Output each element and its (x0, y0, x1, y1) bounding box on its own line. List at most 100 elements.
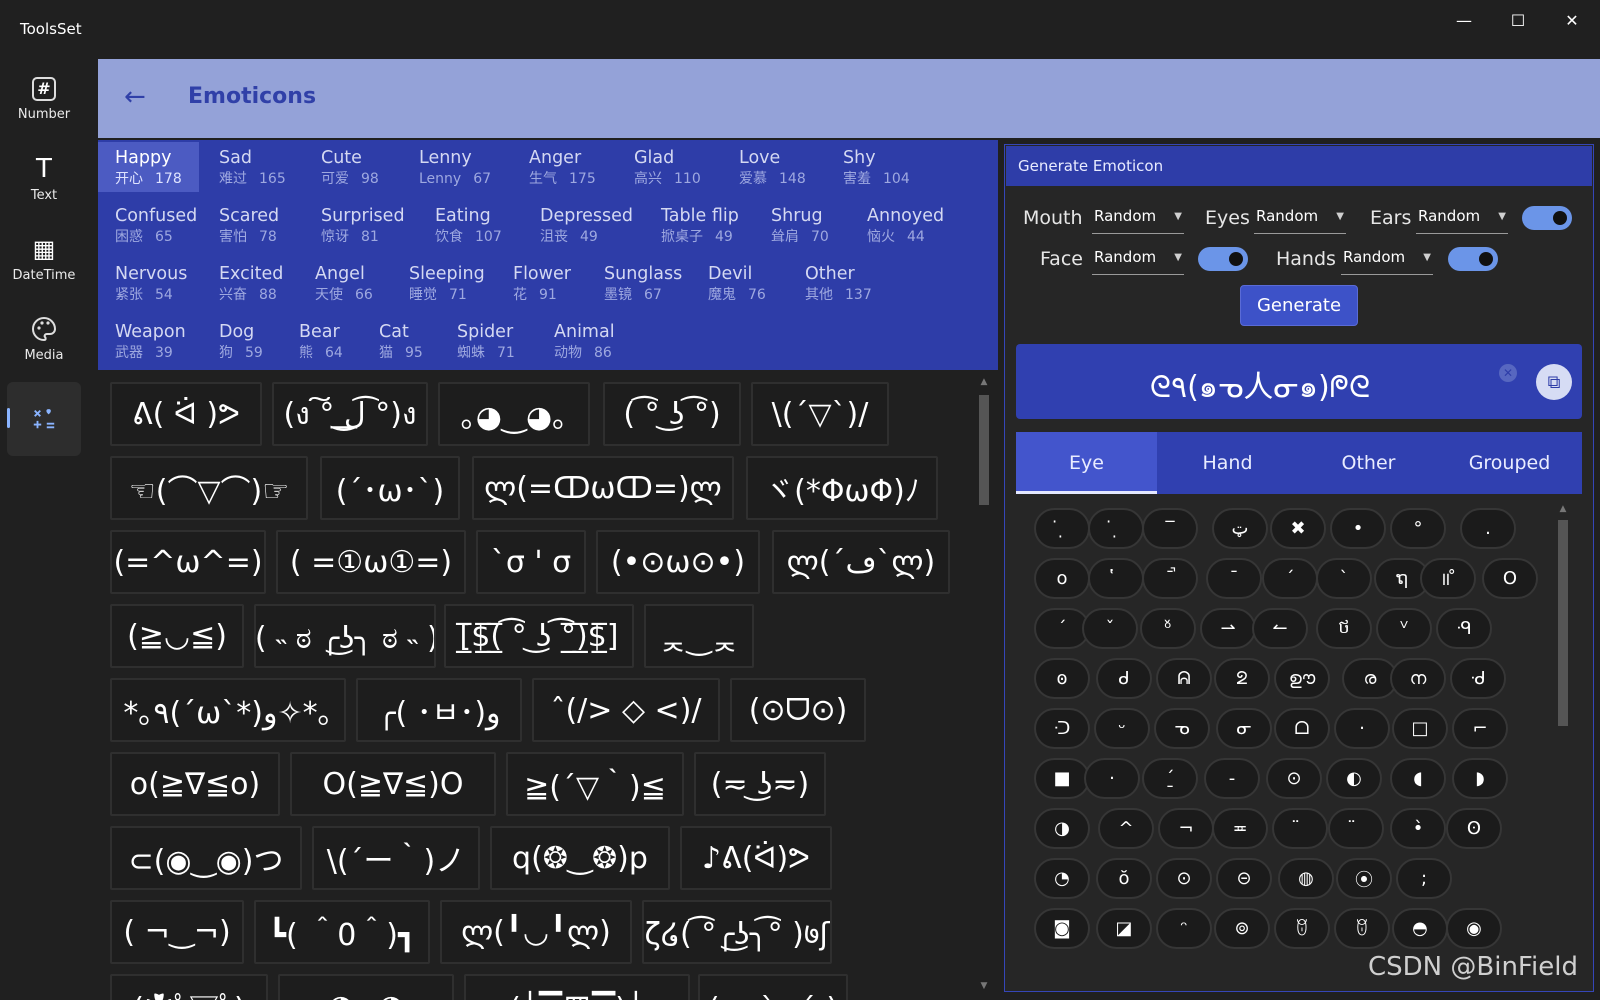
result-emoticon[interactable]: ᘓ٩(๑ᓀ人ᓂ๑)ᖘᘓ (1100, 362, 1420, 411)
eye-part-chip[interactable]: ◖ (1390, 758, 1446, 799)
ears-select[interactable]: Random ▼ (1416, 202, 1508, 234)
nav-item-datetime[interactable]: ▦ DateTime (7, 222, 81, 296)
hands-select[interactable]: Random ▼ (1341, 243, 1433, 275)
eye-part-chip[interactable]: ̇ ̣ (1034, 508, 1090, 549)
emoticon-tile[interactable]: ლ(=ↀωↀ=)ლ (472, 456, 734, 520)
category-flower[interactable]: Flower 花 91 (496, 258, 588, 308)
eye-part-chip[interactable]: ■ (1034, 758, 1090, 799)
eye-part-chip[interactable]: ̈ (1328, 808, 1384, 849)
minimize-button[interactable]: — (1436, 4, 1492, 36)
emoticon-list-scrollbar[interactable]: ▲ ▼ (973, 375, 995, 995)
emoticon-tile[interactable]: \(´ー｀)ノ (312, 826, 480, 890)
emoticon-tile[interactable]: ⊂(◉‿◉)つ (110, 826, 302, 890)
face-toggle[interactable] (1198, 247, 1248, 271)
tab-grouped[interactable]: Grouped (1439, 432, 1580, 494)
emoticon-tile[interactable]: (╯▔皿▔)╯ (464, 974, 690, 1000)
category-other[interactable]: Other 其他 137 (788, 258, 889, 308)
eye-part-chip[interactable]: ˉ̚ (1142, 558, 1198, 599)
category-weapon[interactable]: Weapon 武器 39 (98, 316, 203, 366)
clear-icon[interactable]: ✕ (1499, 364, 1517, 382)
eye-part-chip[interactable]: O (1482, 558, 1538, 599)
emoticon-tile[interactable]: ( ͡° ͜ʖ ͡°) (603, 382, 741, 446)
category-bear[interactable]: Bear 熊 64 (282, 316, 360, 366)
emoticon-tile[interactable]: ◕‿◕ (278, 974, 454, 1000)
scroll-up-icon[interactable]: ▲ (977, 375, 991, 389)
eye-part-chip[interactable]: · (1084, 758, 1140, 799)
eye-part-chip[interactable]: ॥ ̊ (1420, 558, 1476, 599)
tab-hand[interactable]: Hand (1157, 432, 1298, 494)
eyes-select[interactable]: Random ▼ (1254, 202, 1346, 234)
category-cat[interactable]: Cat 猫 95 (362, 316, 440, 366)
eye-part-chip[interactable]: ¬ (1158, 808, 1214, 849)
emoticon-tile[interactable]: ｡◕‿◕｡ (438, 382, 590, 446)
eye-part-chip[interactable]: ↼ (1252, 608, 1308, 649)
eye-part-chip[interactable]: ⊚ (1214, 908, 1270, 949)
emoticon-tile[interactable]: ᆽ‿ᆽ (644, 604, 754, 668)
eye-part-chip[interactable]: ‾ (1142, 508, 1198, 549)
emoticon-tile[interactable]: ᕙ໒( ˵ ಠ ╭͜ʖ╮ ಠ ˵ )७ᕗ (254, 604, 436, 668)
eye-part-chip[interactable]: ◉ (1446, 908, 1502, 949)
ears-toggle[interactable] (1522, 206, 1572, 230)
eye-part-chip[interactable]: ` (1316, 558, 1372, 599)
scroll-thumb[interactable] (979, 395, 989, 505)
category-shy[interactable]: Shy 害羞 104 (826, 142, 927, 192)
eye-part-chip[interactable]: ◍ (1278, 858, 1334, 899)
nav-item-text[interactable]: T Text (7, 142, 81, 216)
emoticon-tile[interactable]: q(❂‿❂)p (490, 826, 670, 890)
category-dog[interactable]: Dog 狗 59 (202, 316, 280, 366)
eye-part-chip[interactable]: ◓ (1392, 908, 1448, 949)
emoticon-tile[interactable]: ♪ᕕ(ᐛ)ᕗ (680, 826, 832, 890)
category-surprised[interactable]: Surprised 惊讶 81 (304, 200, 422, 250)
emoticon-tile[interactable]: Ψζ໒( ͡°╭͜ʖ╮͡° )७ʃΨ (642, 900, 832, 964)
back-arrow-icon[interactable]: ← (124, 83, 152, 111)
emoticon-tile[interactable]: (´･ω･`) (320, 456, 460, 520)
eye-part-chip[interactable]: ◔ (1034, 858, 1090, 899)
emoticon-tile[interactable]: (≧◡≦) (110, 604, 244, 668)
eye-part-chip[interactable]: ꙩ (1034, 658, 1090, 699)
close-button[interactable]: ✕ (1544, 4, 1600, 36)
eye-part-chip[interactable]: - (1204, 758, 1260, 799)
category-sunglass[interactable]: Sunglass 墨镜 67 (587, 258, 699, 308)
mouth-select[interactable]: Random ▼ (1092, 202, 1184, 234)
eye-part-chip[interactable]: ᵔ (1156, 908, 1212, 949)
eye-part-chip[interactable]: ̈ (1272, 808, 1328, 849)
eye-part-chip[interactable]: ŏ (1096, 858, 1152, 899)
nav-item-media[interactable]: Media (7, 302, 81, 376)
category-animal[interactable]: Animal 动物 86 (537, 316, 632, 366)
category-anger[interactable]: Anger 生气 175 (512, 142, 613, 192)
emoticon-tile[interactable]: (≂ ͜ʖ≂) (694, 752, 826, 816)
eye-part-chip[interactable]: ᑝ (1034, 708, 1090, 749)
hands-toggle[interactable] (1448, 247, 1498, 271)
eye-part-chip[interactable]: ✖ (1270, 508, 1326, 549)
category-devil[interactable]: Devil 魔鬼 76 (691, 258, 783, 308)
eye-part-chip[interactable]: □ (1392, 708, 1448, 749)
emoticon-tile[interactable]: ☜(⌒▽⌒)☞ (110, 456, 308, 520)
eye-part-chip[interactable]: • (1330, 508, 1386, 549)
emoticon-tile[interactable]: (=^ω^=) (110, 530, 266, 594)
eye-part-chip[interactable]: ° (1390, 508, 1446, 549)
eye-part-chip[interactable]: ᕱ (1156, 658, 1212, 699)
maximize-button[interactable]: ☐ (1490, 4, 1546, 36)
eye-part-chip[interactable]: ʘ (1446, 808, 1502, 849)
generate-button[interactable]: Generate (1240, 285, 1358, 326)
eye-part-chip[interactable]: ᵕ (1094, 708, 1150, 749)
category-spider[interactable]: Spider 蜘蛛 71 (440, 316, 532, 366)
emoticon-tile[interactable]: ლ(╹◡╹ლ) (440, 900, 632, 964)
eye-part-chip[interactable]: ^ (1098, 808, 1154, 849)
emoticon-tile[interactable]: ᕕ( ᐛ )ᕗ (110, 382, 262, 446)
eye-part-chip[interactable]: ◐ (1326, 758, 1382, 799)
face-select[interactable]: Random ▼ (1092, 243, 1184, 275)
category-excited[interactable]: Excited 兴奋 88 (202, 258, 300, 308)
category-cute[interactable]: Cute 可爱 98 (304, 142, 396, 192)
eye-part-chip[interactable]: ᑯ (1096, 658, 1152, 699)
emoticon-tile[interactable]: ( =①ω①=) (276, 530, 466, 594)
eye-part-chip[interactable]: ̇ ̣ (1088, 508, 1144, 549)
category-love[interactable]: Love 爱慕 148 (722, 142, 823, 192)
emoticon-tile[interactable]: ╭( ･ㅂ･)و (356, 678, 522, 742)
eye-part-chip[interactable]: ̔ (1088, 558, 1144, 599)
emoticon-tile[interactable]: ヾ(*ΦωΦ)ﾉ (746, 456, 938, 520)
parts-scrollbar[interactable]: ▲ (1552, 500, 1572, 970)
eye-part-chip[interactable]: o (1034, 558, 1090, 599)
scroll-up-icon[interactable]: ▲ (1556, 502, 1570, 516)
eye-part-chip[interactable]: ⇀ (1200, 608, 1256, 649)
